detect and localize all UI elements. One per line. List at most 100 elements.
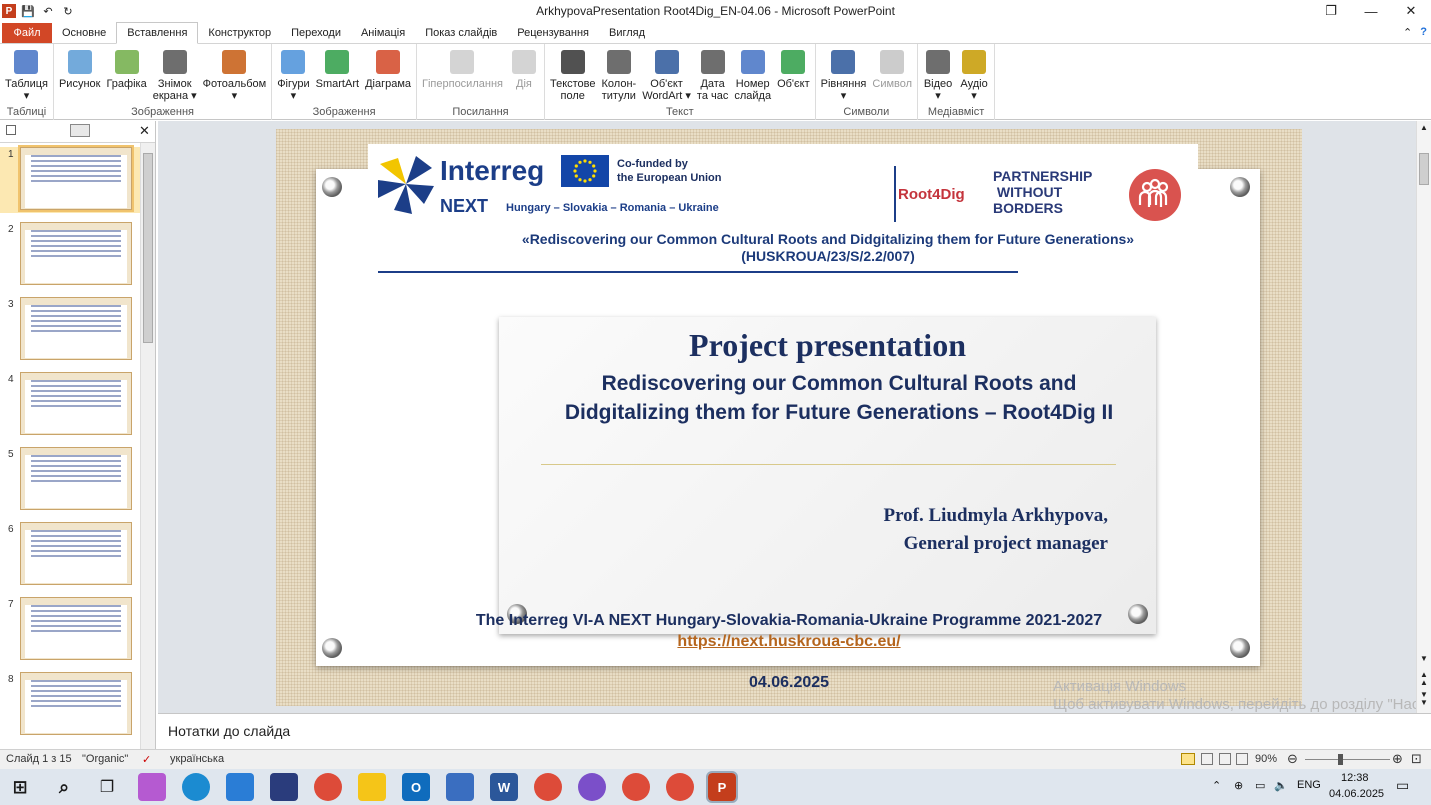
slide-subtitle[interactable]: Rediscovering our Common Cultural Roots … (539, 369, 1139, 427)
table-button[interactable]: Таблиця ▾ (2, 46, 51, 106)
slides-tab-icon[interactable] (6, 125, 16, 135)
tab-4[interactable]: Переходи (281, 23, 351, 43)
tab-6[interactable]: Показ слайдів (415, 23, 507, 43)
language-indicator[interactable]: українська (170, 753, 224, 765)
editor-scrollbar[interactable]: ▲ ▼ ▲ ▲ ▼ ▼ (1416, 121, 1431, 713)
slide-thumbnail[interactable]: 5 (0, 447, 140, 513)
slide-editor[interactable]: Project presentation Rediscovering our C… (158, 121, 1416, 713)
wordart-button[interactable]: Об'єкт WordArt ▾ (639, 46, 694, 106)
chrome-icon-3[interactable] (666, 773, 694, 801)
slide-thumbnail[interactable]: 8 (0, 672, 140, 738)
zoom-slider[interactable] (1305, 759, 1390, 760)
battery-icon[interactable]: ▭ (1255, 779, 1265, 792)
thumbnail-image[interactable] (20, 672, 132, 735)
keyboard-language[interactable]: ENG (1297, 779, 1321, 791)
slide-sorter-icon[interactable] (1201, 753, 1213, 765)
programme-text[interactable]: The Interreg VI-A NEXT Hungary-Slovakia-… (276, 612, 1302, 630)
picture-button[interactable]: Рисунок (56, 46, 104, 106)
chrome-icon-2[interactable] (622, 773, 650, 801)
symbol-button[interactable]: Символ (869, 46, 915, 106)
object-button[interactable]: Об'єкт (774, 46, 813, 106)
powerpoint-taskbar-icon[interactable]: P (706, 771, 738, 803)
edge-browser-icon[interactable] (182, 773, 210, 801)
collapse-ribbon-icon[interactable]: ⌃ (1403, 26, 1412, 39)
tab-2[interactable]: Вставлення (116, 22, 199, 44)
search-icon[interactable]: ⌕ (50, 773, 78, 801)
outline-tab-icon[interactable] (70, 124, 90, 137)
spellcheck-icon[interactable]: ✓ (142, 753, 151, 766)
scroll-down-icon[interactable]: ▼ (1420, 654, 1428, 663)
tray-chevron-icon[interactable]: ⌃ (1212, 779, 1221, 792)
scroll-up-icon[interactable]: ▲ (1420, 123, 1428, 132)
header-banner-image[interactable]: Interreg NEXT Hungary – Slovakia – Roman… (368, 144, 1198, 276)
slide-thumbnail[interactable]: 3 (0, 297, 140, 363)
chrome-profile-icon[interactable] (534, 773, 562, 801)
thumbnail-image[interactable] (20, 372, 132, 435)
thumbnail-image[interactable] (20, 597, 132, 660)
title-panel[interactable]: Project presentation Rediscovering our C… (499, 317, 1156, 634)
slideshow-view-icon[interactable] (1236, 753, 1248, 765)
redo-icon[interactable]: ↻ (60, 3, 76, 19)
restore-button[interactable]: ❐ (1311, 0, 1351, 22)
textbox-button[interactable]: Текстове поле (547, 46, 599, 106)
clock-date[interactable]: 04.06.2025 (1329, 788, 1384, 800)
tab-0[interactable]: Файл (2, 23, 52, 43)
undo-icon[interactable]: ↶ (40, 3, 56, 19)
powerpoint-logo-icon[interactable]: P (2, 4, 16, 18)
copilot-icon[interactable] (138, 773, 166, 801)
hyperlink-button[interactable]: Гіперпосилання (419, 46, 506, 106)
zoom-slider-thumb[interactable] (1338, 754, 1343, 765)
slide-thumbnail[interactable]: 6 (0, 522, 140, 588)
notes-placeholder[interactable]: Нотатки до слайда (168, 723, 290, 739)
slide-number-button[interactable]: Номер слайда (731, 46, 774, 106)
chrome-icon[interactable] (314, 773, 342, 801)
photo-album-button[interactable]: Фотоальбом ▾ (200, 46, 270, 106)
zoom-out-icon[interactable]: ⊖ (1287, 751, 1298, 767)
network-icon[interactable]: ⊕ (1234, 779, 1243, 792)
notes-pane[interactable]: Нотатки до слайда (158, 713, 1431, 749)
slide-thumbnail[interactable]: 1 (0, 145, 140, 213)
file-explorer-icon[interactable] (358, 773, 386, 801)
close-button[interactable]: ✕ (1391, 0, 1431, 22)
datetime-button[interactable]: Дата та час (694, 46, 731, 106)
slide-thumbnail[interactable]: 2 (0, 222, 140, 288)
tab-1[interactable]: Основне (52, 23, 116, 43)
slide-canvas[interactable]: Project presentation Rediscovering our C… (276, 129, 1302, 706)
thumbnail-scroll-thumb[interactable] (143, 153, 153, 343)
chart-button[interactable]: Діаграма (362, 46, 414, 106)
thumbnail-scrollbar[interactable] (140, 143, 155, 749)
thumbnail-image[interactable] (18, 145, 134, 212)
reading-view-icon[interactable] (1219, 753, 1231, 765)
video-button[interactable]: Відео ▾ (920, 46, 956, 106)
fit-to-window-icon[interactable]: ⊡ (1411, 751, 1422, 767)
previous-slide-icon[interactable]: ▲ ▲ (1420, 671, 1428, 687)
next-slide-icon[interactable]: ▼ ▼ (1420, 691, 1428, 707)
author-block[interactable]: Prof. Liudmyla Arkhypova, General projec… (883, 502, 1108, 558)
word-icon[interactable]: W (490, 773, 518, 801)
thumbnail-image[interactable] (20, 447, 132, 510)
tab-3[interactable]: Конструктор (198, 23, 281, 43)
task-view-icon[interactable]: ❐ (93, 773, 121, 801)
outlook-icon[interactable]: O (402, 773, 430, 801)
slide-title[interactable]: Project presentation (499, 327, 1156, 364)
tab-8[interactable]: Вигляд (599, 23, 655, 43)
action-button[interactable]: Дія (506, 46, 542, 106)
thumbnail-image[interactable] (20, 222, 132, 285)
programme-link[interactable]: https://next.huskroua-cbc.eu/ (276, 633, 1302, 651)
shapes-button[interactable]: Фігури ▾ (274, 46, 312, 106)
store-icon[interactable] (226, 773, 254, 801)
tab-5[interactable]: Анімація (351, 23, 415, 43)
windows-start-icon[interactable]: ⊞ (6, 773, 34, 801)
smartart-button[interactable]: SmartArt (313, 46, 362, 106)
zoom-in-icon[interactable]: ⊕ (1392, 751, 1403, 767)
help-icon[interactable]: ? (1420, 26, 1427, 39)
equation-button[interactable]: Рівняння ▾ (818, 46, 870, 106)
zoom-level[interactable]: 90% (1255, 753, 1277, 765)
clipart-button[interactable]: Графіка (103, 46, 149, 106)
viber-icon[interactable] (578, 773, 606, 801)
close-pane-icon[interactable]: ✕ (139, 123, 150, 139)
volume-icon[interactable]: 🔈 (1274, 779, 1288, 792)
thumbnail-image[interactable] (20, 522, 132, 585)
notifications-icon[interactable]: ▭ (1396, 777, 1409, 794)
tab-7[interactable]: Рецензування (507, 23, 599, 43)
